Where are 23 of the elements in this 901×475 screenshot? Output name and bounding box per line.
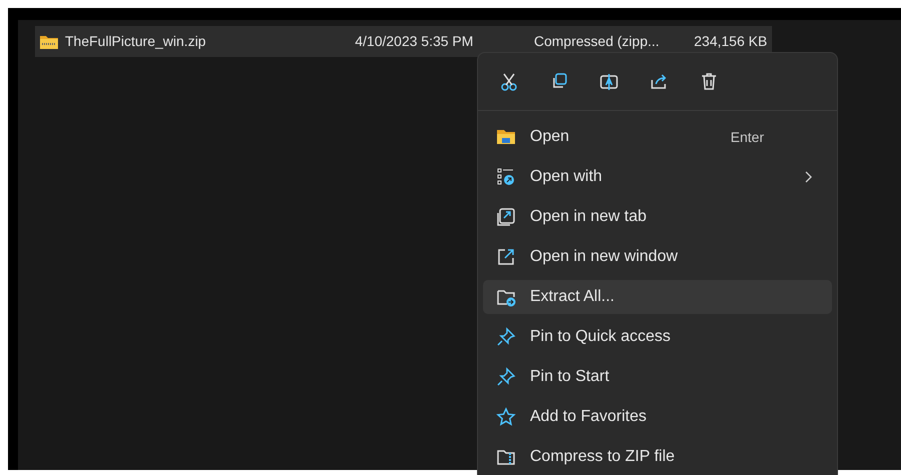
file-size: 234,156 KB xyxy=(694,32,768,51)
app-list-icon xyxy=(496,167,516,187)
menu-item[interactable]: Open with xyxy=(483,160,832,194)
menu-item[interactable]: Pin to Start xyxy=(483,360,832,394)
new-tab-icon xyxy=(496,207,516,227)
menu-item[interactable]: Extract All... xyxy=(483,280,832,314)
file-date: 4/10/2023 5:35 PM xyxy=(355,32,474,51)
menu-item[interactable]: Pin to Quick access xyxy=(483,320,832,354)
file-name: TheFullPicture_win.zip xyxy=(65,32,207,51)
menu-item[interactable]: Open Enter xyxy=(483,120,832,154)
menu-item[interactable]: Add to Favorites xyxy=(483,400,832,434)
file-row[interactable]: TheFullPicture_win.zip 4/10/2023 5:35 PM Compressed (zipp... 234,156 KB xyxy=(35,26,772,57)
zip-folder-icon xyxy=(39,34,59,50)
menu-item[interactable]: Open in new tab xyxy=(483,200,832,234)
folder-icon xyxy=(496,127,516,147)
menu-item[interactable]: Open in new window xyxy=(483,240,832,274)
menu-item[interactable]: Compress to ZIP file xyxy=(483,440,832,474)
file-type: Compressed (zipp... xyxy=(534,32,660,51)
chevron-right-icon xyxy=(804,171,812,183)
pin-icon xyxy=(496,327,516,347)
new-window-icon xyxy=(496,247,516,267)
pin-icon xyxy=(496,367,516,387)
star-icon xyxy=(496,407,516,427)
